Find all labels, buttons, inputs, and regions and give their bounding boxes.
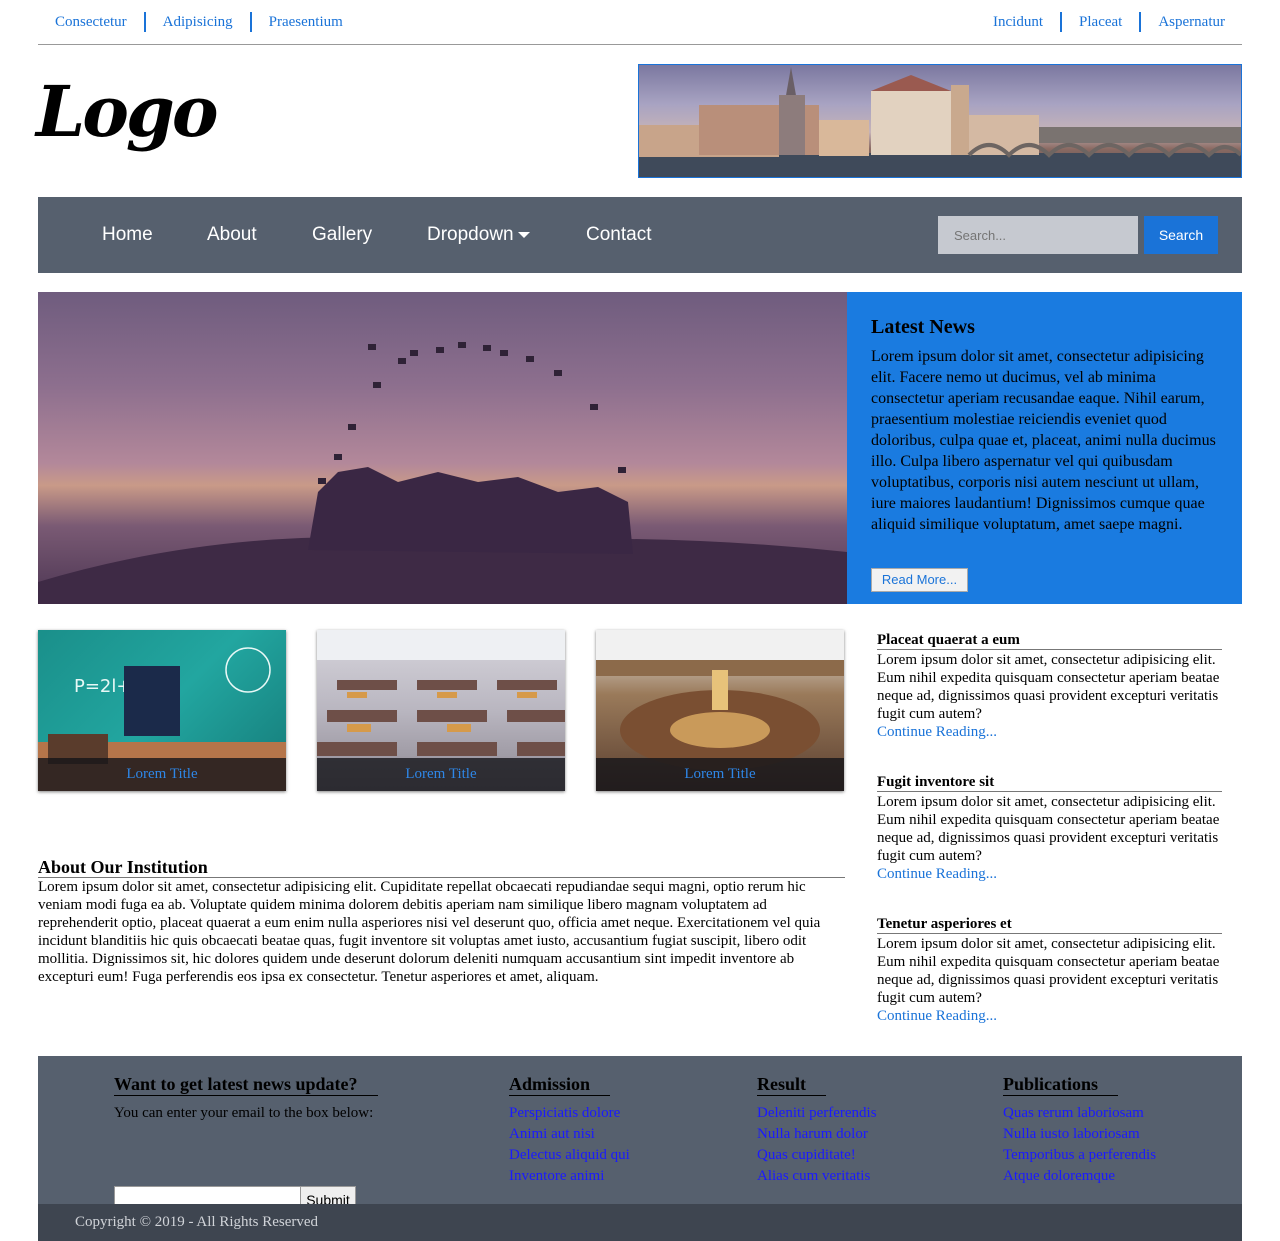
city-panorama-illustration bbox=[639, 67, 1241, 177]
article-1: Placeat quaerat a eum Lorem ipsum dolor … bbox=[877, 631, 1222, 741]
about-title: About Our Institution bbox=[38, 857, 845, 878]
footer-link[interactable]: Deleniti perferendis bbox=[757, 1103, 877, 1124]
article-2: Fugit inventore sit Lorem ipsum dolor si… bbox=[877, 773, 1222, 883]
latest-news-panel: Latest News Lorem ipsum dolor sit amet, … bbox=[847, 292, 1242, 604]
top-link[interactable]: Consectetur bbox=[38, 12, 144, 32]
footer-links: Deleniti perferendis Nulla harum dolor Q… bbox=[757, 1103, 877, 1187]
continue-reading-link[interactable]: Continue Reading... bbox=[877, 865, 1222, 883]
footer-link[interactable]: Temporibus a perferendis bbox=[1003, 1145, 1156, 1166]
footer-col-title: Publications bbox=[1003, 1073, 1119, 1096]
article-title: Placeat quaerat a eum bbox=[877, 631, 1222, 650]
footer-link[interactable]: Nulla iusto laboriosam bbox=[1003, 1124, 1156, 1145]
article-body: Lorem ipsum dolor sit amet, consectetur … bbox=[877, 794, 1220, 864]
footer-col-title: Admission bbox=[509, 1073, 611, 1096]
continue-reading-link[interactable]: Continue Reading... bbox=[877, 1007, 1222, 1025]
graduation-silhouette-illustration bbox=[38, 342, 847, 604]
footer-col-admission: Admission Perspiciatis dolore Animi aut … bbox=[509, 1073, 630, 1187]
search-input[interactable] bbox=[938, 216, 1138, 254]
search-button[interactable]: Search bbox=[1144, 216, 1218, 254]
main-navbar: Home About Gallery Dropdown Contact Sear… bbox=[38, 197, 1242, 273]
card-math[interactable]: P=2l+ Lorem Title bbox=[38, 630, 286, 791]
card-library[interactable]: Lorem Title bbox=[596, 630, 844, 791]
top-links-left: Consectetur Adipisicing Praesentium bbox=[38, 12, 360, 32]
latest-news-body: Lorem ipsum dolor sit amet, consectetur … bbox=[871, 348, 1216, 533]
read-more-button[interactable]: Read More... bbox=[871, 568, 968, 592]
footer-link[interactable]: Perspiciatis dolore bbox=[509, 1103, 630, 1124]
copyright-bar: Copyright © 2019 - All Rights Reserved bbox=[38, 1204, 1242, 1241]
top-links-bar: Consectetur Adipisicing Praesentium Inci… bbox=[38, 0, 1242, 45]
nav-dropdown[interactable]: Dropdown bbox=[427, 223, 530, 247]
article-body: Lorem ipsum dolor sit amet, consectetur … bbox=[877, 652, 1220, 722]
about-body: Lorem ipsum dolor sit amet, consectetur … bbox=[38, 879, 821, 985]
site-logo[interactable]: Logo bbox=[36, 62, 219, 162]
latest-news-title: Latest News bbox=[871, 316, 975, 338]
svg-text:P=2l+: P=2l+ bbox=[74, 676, 131, 697]
footer-links: Quas rerum laboriosam Nulla iusto labori… bbox=[1003, 1103, 1156, 1187]
copyright-text: Copyright © 2019 - All Rights Reserved bbox=[75, 1214, 319, 1230]
footer-link[interactable]: Delectus aliquid qui bbox=[509, 1145, 630, 1166]
card-caption[interactable]: Lorem Title bbox=[596, 758, 844, 791]
footer-col-title: Result bbox=[757, 1073, 826, 1096]
nav-home[interactable]: Home bbox=[102, 223, 153, 247]
footer-col-result: Result Deleniti perferendis Nulla harum … bbox=[757, 1073, 877, 1187]
header-banner-image bbox=[638, 64, 1242, 178]
footer-newsletter: Want to get latest news update? You can … bbox=[114, 1073, 414, 1218]
article-body: Lorem ipsum dolor sit amet, consectetur … bbox=[877, 936, 1220, 1006]
about-section: About Our Institution Lorem ipsum dolor … bbox=[38, 857, 845, 986]
top-link[interactable]: Praesentium bbox=[249, 12, 360, 32]
footer-link[interactable]: Quas rerum laboriosam bbox=[1003, 1103, 1156, 1124]
nav-contact[interactable]: Contact bbox=[586, 223, 651, 247]
top-link[interactable]: Placeat bbox=[1060, 12, 1139, 32]
card-caption[interactable]: Lorem Title bbox=[38, 758, 286, 791]
caret-down-icon bbox=[517, 231, 530, 238]
top-link[interactable]: Incidunt bbox=[976, 12, 1060, 32]
article-title: Fugit inventore sit bbox=[877, 773, 1222, 792]
top-links-right: Incidunt Placeat Aspernatur bbox=[976, 12, 1242, 32]
footer-link[interactable]: Nulla harum dolor bbox=[757, 1124, 877, 1145]
continue-reading-link[interactable]: Continue Reading... bbox=[877, 723, 1222, 741]
footer: Want to get latest news update? You can … bbox=[38, 1056, 1242, 1218]
card-caption[interactable]: Lorem Title bbox=[317, 758, 565, 791]
nav-dropdown-label: Dropdown bbox=[427, 224, 514, 245]
top-link[interactable]: Aspernatur bbox=[1139, 12, 1242, 32]
footer-link[interactable]: Inventore animi bbox=[509, 1166, 630, 1187]
hero-graduation-image bbox=[38, 292, 847, 604]
nav-gallery[interactable]: Gallery bbox=[312, 223, 372, 247]
newsletter-description: You can enter your email to the box belo… bbox=[114, 1105, 374, 1121]
footer-link[interactable]: Quas cupiditate! bbox=[757, 1145, 877, 1166]
newsletter-title: Want to get latest news update? bbox=[114, 1073, 378, 1096]
footer-link[interactable]: Animi aut nisi bbox=[509, 1124, 630, 1145]
footer-link[interactable]: Atque doloremque bbox=[1003, 1166, 1156, 1187]
footer-col-publications: Publications Quas rerum laboriosam Nulla… bbox=[1003, 1073, 1156, 1187]
card-classroom[interactable]: Lorem Title bbox=[317, 630, 565, 791]
article-3: Tenetur asperiores et Lorem ipsum dolor … bbox=[877, 915, 1222, 1025]
footer-link[interactable]: Alias cum veritatis bbox=[757, 1166, 877, 1187]
footer-links: Perspiciatis dolore Animi aut nisi Delec… bbox=[509, 1103, 630, 1187]
article-title: Tenetur asperiores et bbox=[877, 915, 1222, 934]
nav-about[interactable]: About bbox=[207, 223, 257, 247]
top-link[interactable]: Adipisicing bbox=[143, 12, 250, 32]
